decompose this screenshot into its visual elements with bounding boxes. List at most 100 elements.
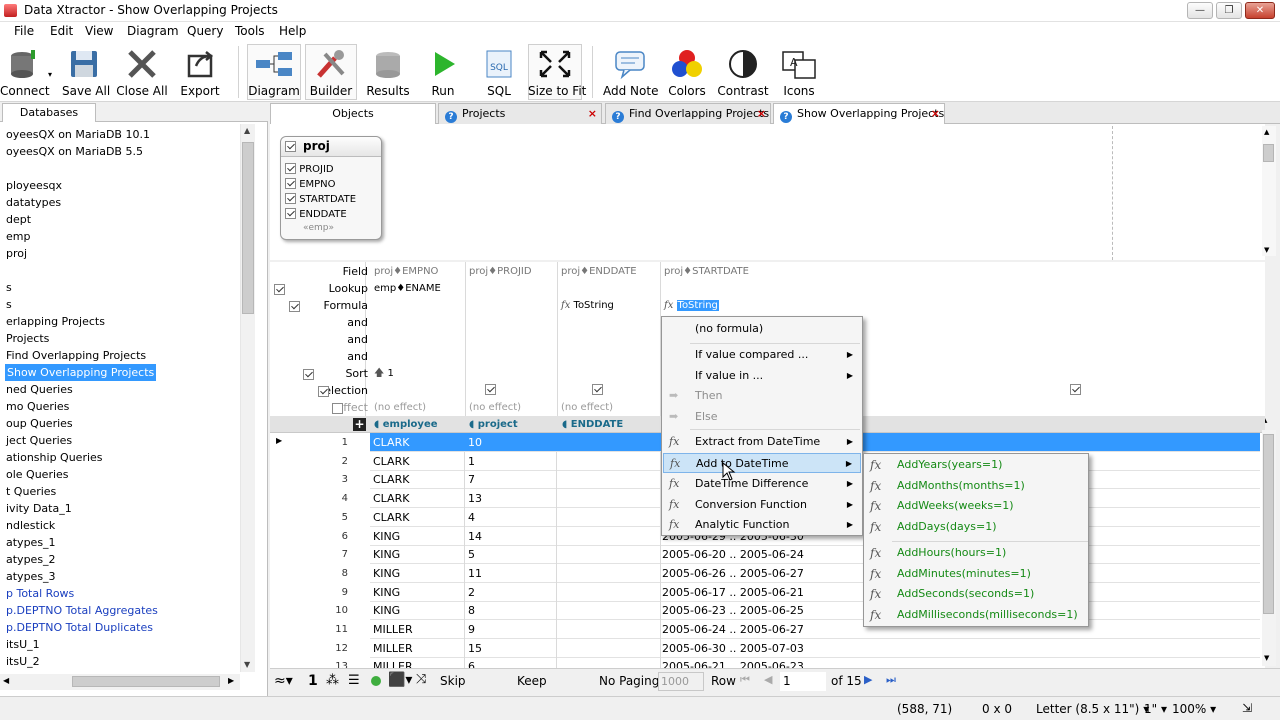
tree-item[interactable]: ationship Queries bbox=[6, 449, 103, 466]
tree-item[interactable]: proj bbox=[6, 245, 27, 262]
tree-item[interactable]: p Total Rows bbox=[6, 585, 74, 602]
pivot-icon[interactable]: ⁂ bbox=[326, 673, 339, 688]
result-header-enddate[interactable]: ◖ ENDDATE bbox=[562, 416, 623, 433]
tree-item[interactable]: Projects bbox=[6, 330, 49, 347]
menu-analytic-function[interactable]: fx Analytic Function ▶ bbox=[663, 515, 861, 535]
column-field-enddate[interactable]: proj♦ENDDATE bbox=[561, 263, 637, 280]
tree-item[interactable]: itsU_2 bbox=[6, 653, 40, 670]
results-button[interactable]: Results bbox=[364, 44, 412, 100]
menu-add-weeks[interactable]: fx AddWeeks(weeks=1) bbox=[865, 496, 1087, 516]
export-button[interactable]: Export bbox=[176, 44, 224, 100]
diagram-vertical-scrollbar[interactable]: ▲ ▼ bbox=[1262, 126, 1276, 256]
shuffle-icon[interactable]: ⤨ bbox=[416, 672, 426, 687]
menu-view[interactable]: View bbox=[85, 24, 113, 38]
paper-size-dropdown[interactable]: Letter (8.5 x 11") ▾ bbox=[1036, 702, 1149, 716]
tree-item[interactable]: p.DEPTNO Total Aggregates bbox=[6, 602, 158, 619]
first-row-icon[interactable]: ⏮ bbox=[740, 673, 750, 687]
column-field-projid[interactable]: proj♦PROJID bbox=[469, 263, 532, 280]
tree-item[interactable]: t Queries bbox=[6, 483, 56, 500]
selection-checkbox[interactable] bbox=[592, 384, 603, 395]
connect-button[interactable]: Connect bbox=[0, 44, 50, 100]
menu-help[interactable]: Help bbox=[279, 24, 306, 38]
chart-icon[interactable]: ≈▾ bbox=[274, 673, 293, 689]
size-to-fit-button[interactable]: Size to Fit bbox=[528, 44, 586, 100]
formula-cell-enddate[interactable]: fx ToString bbox=[561, 297, 614, 314]
left-horizontal-scrollbar[interactable]: ◀ ▶ bbox=[0, 674, 240, 690]
tree-item[interactable]: ole Queries bbox=[6, 466, 69, 483]
table-row[interactable]: KING 8 2005-06-23 .. 2005-06-25 bbox=[370, 601, 1260, 621]
menu-add-months[interactable]: fx AddMonths(months=1) bbox=[865, 476, 1087, 496]
sort-row-checkbox[interactable] bbox=[303, 369, 314, 380]
no-paging-label[interactable]: No Paging bbox=[599, 674, 659, 688]
lookup-row-checkbox[interactable] bbox=[274, 284, 285, 295]
scroll-up-icon[interactable]: ▲ bbox=[1264, 128, 1269, 136]
tree-item[interactable]: dept bbox=[6, 211, 31, 228]
table-row[interactable]: KING 5 2005-06-20 .. 2005-06-24 bbox=[370, 545, 1260, 565]
run-button[interactable]: Run bbox=[420, 44, 466, 100]
diagram-button[interactable]: Diagram bbox=[247, 44, 301, 100]
lookup-cell[interactable]: emp♦ENAME bbox=[374, 280, 441, 297]
scroll-down-icon[interactable]: ▼ bbox=[244, 660, 250, 669]
table-row[interactable]: MILLER 15 2005-06-30 .. 2005-07-03 bbox=[370, 638, 1260, 658]
menu-add-milliseconds[interactable]: fx AddMilliseconds(milliseconds=1) bbox=[865, 605, 1087, 625]
selection-checkbox[interactable] bbox=[1070, 384, 1081, 395]
menu-edit[interactable]: Edit bbox=[50, 24, 73, 38]
menu-if-value-in[interactable]: If value in ... ▶ bbox=[663, 366, 861, 386]
field-checkbox[interactable] bbox=[285, 178, 296, 189]
tree-item[interactable]: s bbox=[6, 279, 12, 296]
scroll-thumb[interactable] bbox=[1263, 434, 1274, 614]
effect-row-checkbox[interactable] bbox=[332, 403, 343, 414]
status-dot-icon[interactable] bbox=[371, 676, 381, 686]
previous-row-icon[interactable]: ◀ bbox=[764, 673, 772, 686]
table-row[interactable]: KING 11 2005-06-26 .. 2005-06-27 bbox=[370, 563, 1260, 583]
effect-cell[interactable]: (no effect) bbox=[374, 399, 426, 416]
scroll-down-icon[interactable]: ▼ bbox=[1264, 246, 1269, 254]
menu-extract-from-datetime[interactable]: fx Extract from DateTime ▶ bbox=[663, 432, 861, 452]
menu-if-value-compared[interactable]: If value compared ... ▶ bbox=[663, 345, 861, 365]
scroll-thumb[interactable] bbox=[242, 142, 254, 314]
menu-add-hours[interactable]: fx AddHours(hours=1) bbox=[865, 543, 1087, 563]
tree-item[interactable]: oyeesQX on MariaDB 10.1 bbox=[6, 126, 150, 143]
column-field-startdate[interactable]: proj♦STARTDATE bbox=[664, 263, 749, 280]
menu-conversion-function[interactable]: fx Conversion Function ▶ bbox=[663, 495, 861, 515]
effect-cell[interactable]: (no effect) bbox=[469, 399, 521, 416]
restore-button[interactable]: ❐ bbox=[1216, 2, 1242, 19]
tab-find-overlapping-projects[interactable]: ? Find Overlapping Projects × bbox=[605, 103, 771, 124]
tree-item[interactable]: atypes_2 bbox=[6, 551, 56, 568]
tree-item[interactable]: ned Queries bbox=[6, 381, 73, 398]
close-tab-icon[interactable]: × bbox=[931, 104, 940, 124]
sort-cell[interactable]: 🡅 1 bbox=[374, 365, 394, 382]
margin-dropdown[interactable]: 1" ▾ bbox=[1144, 702, 1167, 716]
menu-no-formula[interactable]: (no formula) bbox=[663, 319, 861, 339]
scroll-thumb[interactable] bbox=[1263, 144, 1274, 162]
menu-add-seconds[interactable]: fx AddSeconds(seconds=1) bbox=[865, 584, 1087, 604]
field-row[interactable]: ENDDATE bbox=[285, 208, 347, 220]
tree-item[interactable]: erlapping Projects bbox=[6, 313, 105, 330]
formula-row-checkbox[interactable] bbox=[288, 301, 300, 312]
paging-input[interactable]: 1000 bbox=[658, 672, 704, 691]
builder-button[interactable]: Builder bbox=[305, 44, 357, 100]
close-tab-icon[interactable]: × bbox=[588, 104, 597, 124]
menu-query[interactable]: Query bbox=[187, 24, 223, 38]
selection-checkbox[interactable] bbox=[484, 384, 496, 395]
tab-projects[interactable]: ? Projects × bbox=[438, 103, 602, 124]
menu-tools[interactable]: Tools bbox=[235, 24, 265, 38]
add-column-button[interactable]: + bbox=[353, 418, 366, 431]
field-row[interactable]: STARTDATE bbox=[285, 193, 356, 205]
cube-icon[interactable]: ⬛▾ bbox=[388, 672, 412, 688]
scroll-left-icon[interactable]: ◀ bbox=[3, 676, 9, 685]
contrast-button[interactable]: Contrast bbox=[716, 44, 770, 100]
result-header-employee[interactable]: ◖ employee bbox=[374, 416, 438, 433]
zoom-dropdown[interactable]: 100% ▾ bbox=[1172, 702, 1216, 716]
table-row[interactable]: MILLER 9 2005-06-24 .. 2005-06-27 bbox=[370, 620, 1260, 639]
field-checkbox[interactable] bbox=[285, 163, 296, 174]
skip-input[interactable] bbox=[466, 672, 514, 691]
tab-objects[interactable]: Objects bbox=[270, 103, 436, 124]
left-vertical-scrollbar[interactable]: ▲ ▼ bbox=[240, 124, 255, 672]
menu-add-to-datetime[interactable]: fx Add to DateTime ▶ bbox=[663, 453, 861, 473]
tree-item[interactable]: s bbox=[6, 296, 12, 313]
tab-show-overlapping-projects[interactable]: ? Show Overlapping Projects × bbox=[773, 103, 945, 124]
tree-item[interactable]: atypes_3 bbox=[6, 568, 56, 585]
field-checkbox[interactable] bbox=[285, 193, 296, 204]
tree-item[interactable]: ject Queries bbox=[6, 432, 72, 449]
